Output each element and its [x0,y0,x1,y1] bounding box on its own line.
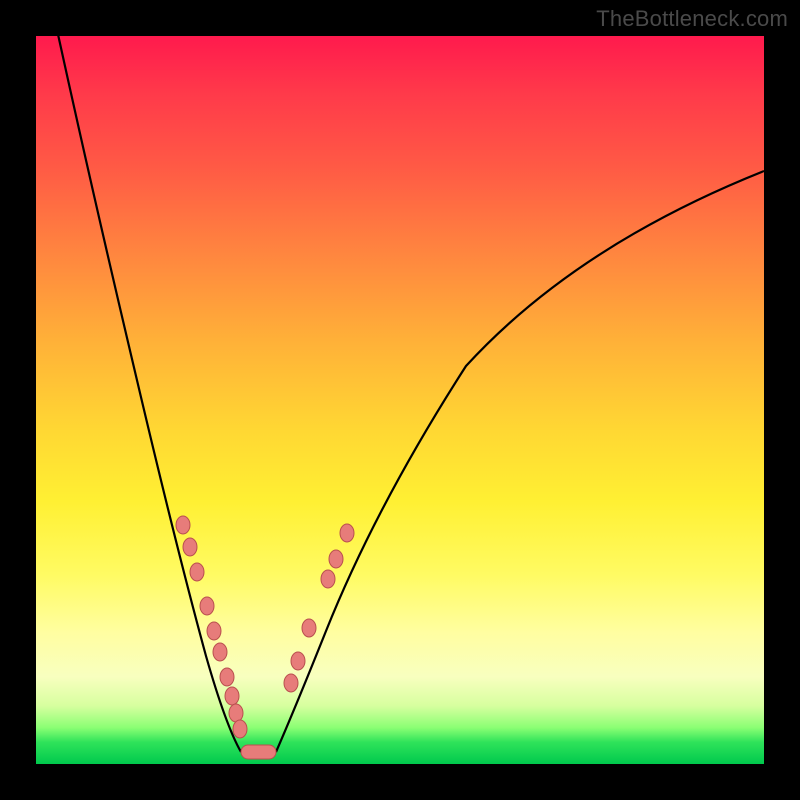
marker-right [340,524,354,542]
marker-left [233,720,247,738]
left-branch [54,36,241,752]
marker-left [225,687,239,705]
marker-pill [241,745,276,759]
marker-right [302,619,316,637]
marker-left [200,597,214,615]
marker-left [229,704,243,722]
chart-frame: TheBottleneck.com [0,0,800,800]
marker-left [190,563,204,581]
marker-left [183,538,197,556]
marker-left [220,668,234,686]
marker-left [207,622,221,640]
marker-right [291,652,305,670]
marker-right [329,550,343,568]
marker-left [176,516,190,534]
plot-area [36,36,764,764]
right-branch [276,171,764,752]
marker-left [213,643,227,661]
curve-layer [36,36,764,764]
watermark-text: TheBottleneck.com [596,6,788,32]
marker-right [321,570,335,588]
marker-right [284,674,298,692]
